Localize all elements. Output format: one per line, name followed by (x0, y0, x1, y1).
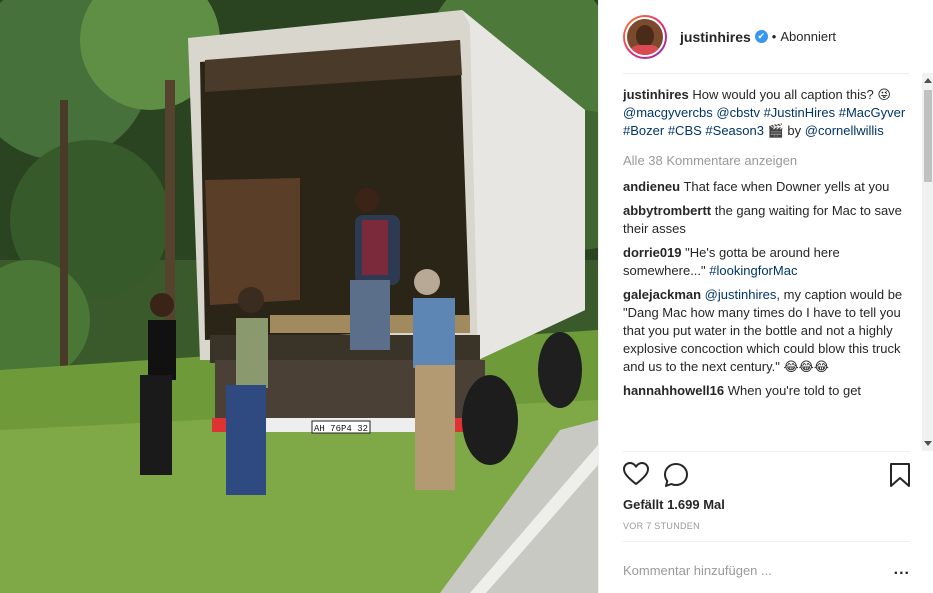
comment-input-divider (623, 541, 910, 542)
avatar[interactable] (623, 14, 667, 59)
add-comment-input[interactable]: Kommentar hinzufügen ... (623, 563, 772, 578)
load-more-comments-link[interactable]: Alle 38 Kommentare anzeigen (623, 152, 913, 170)
comment-tag[interactable]: @justinhires, (705, 287, 780, 302)
avatar-image (625, 16, 665, 57)
caption-tag[interactable]: #Season3 (705, 123, 764, 138)
comment-bubble-icon[interactable] (663, 462, 689, 491)
post-photo-illustration: AH 76P4 32 (0, 0, 598, 593)
scroll-down-arrow-icon[interactable] (924, 441, 932, 446)
comments-scrollbar[interactable] (922, 73, 933, 451)
likes-count[interactable]: Gefällt 1.699 Mal (623, 497, 725, 512)
comment-text: When you're told to get (727, 383, 862, 398)
post-header: justinhires ✔ • Abonniert (599, 0, 933, 73)
post-timestamp[interactable]: VOR 7 STUNDEN (623, 521, 700, 531)
comment-username[interactable]: galejackman (623, 287, 701, 302)
caption-tag[interactable]: #MacGyver (839, 105, 905, 120)
post-actions (622, 460, 913, 491)
caption-tag[interactable]: #JustinHires (764, 105, 836, 120)
comment-item: andieneu That face when Downer yells at … (623, 178, 913, 196)
post-side-panel: justinhires ✔ • Abonniert justinhires Ho… (598, 0, 933, 593)
comment-item: dorrie019 "He's gotta be around here som… (623, 244, 913, 280)
comment-username[interactable]: dorrie019 (623, 245, 682, 260)
caption-username[interactable]: justinhires (623, 87, 689, 102)
scroll-up-arrow-icon[interactable] (924, 78, 932, 83)
comment-tag[interactable]: #lookingforMac (709, 263, 797, 278)
caption-tag[interactable]: #Bozer (623, 123, 664, 138)
comments-list[interactable]: justinhires How would you all caption th… (623, 86, 913, 450)
scrollbar-thumb[interactable] (924, 90, 932, 182)
caption-tag[interactable]: @macgyvercbs (623, 105, 713, 120)
more-options-icon[interactable]: ... (894, 561, 910, 579)
caption-text-2: 🎬 by (767, 123, 802, 138)
comment-username[interactable]: abbytrombertt (623, 203, 711, 218)
add-comment-bar: Kommentar hinzufügen ... ... (623, 556, 910, 584)
caption-text-1: How would you all caption this? 😜 (692, 87, 891, 102)
comment-username[interactable]: andieneu (623, 179, 680, 194)
post-photo[interactable]: AH 76P4 32 (0, 0, 598, 593)
follow-status-button[interactable]: Abonniert (780, 29, 836, 44)
license-plate-text: AH 76P4 32 (314, 424, 368, 434)
caption: justinhires How would you all caption th… (623, 86, 913, 140)
header-username[interactable]: justinhires (680, 29, 751, 45)
actions-divider (623, 451, 910, 452)
comment-text: That face when Downer yells at you (683, 179, 890, 194)
heart-icon[interactable] (622, 461, 650, 489)
header-separator: • (771, 29, 777, 44)
comment-item: galejackman @justinhires, my caption wou… (623, 286, 913, 376)
caption-tag[interactable]: @cbstv (716, 105, 760, 120)
caption-tag[interactable]: #CBS (668, 123, 702, 138)
caption-tag[interactable]: @cornellwillis (805, 123, 884, 138)
verified-badge-icon: ✔ (754, 30, 768, 43)
comment-username[interactable]: hannahhowell16 (623, 383, 724, 398)
comment-item: abbytrombertt the gang waiting for Mac t… (623, 202, 913, 238)
header-divider (623, 73, 910, 74)
bookmark-icon[interactable] (889, 462, 911, 491)
comment-item: hannahhowell16 When you're told to get (623, 382, 913, 400)
